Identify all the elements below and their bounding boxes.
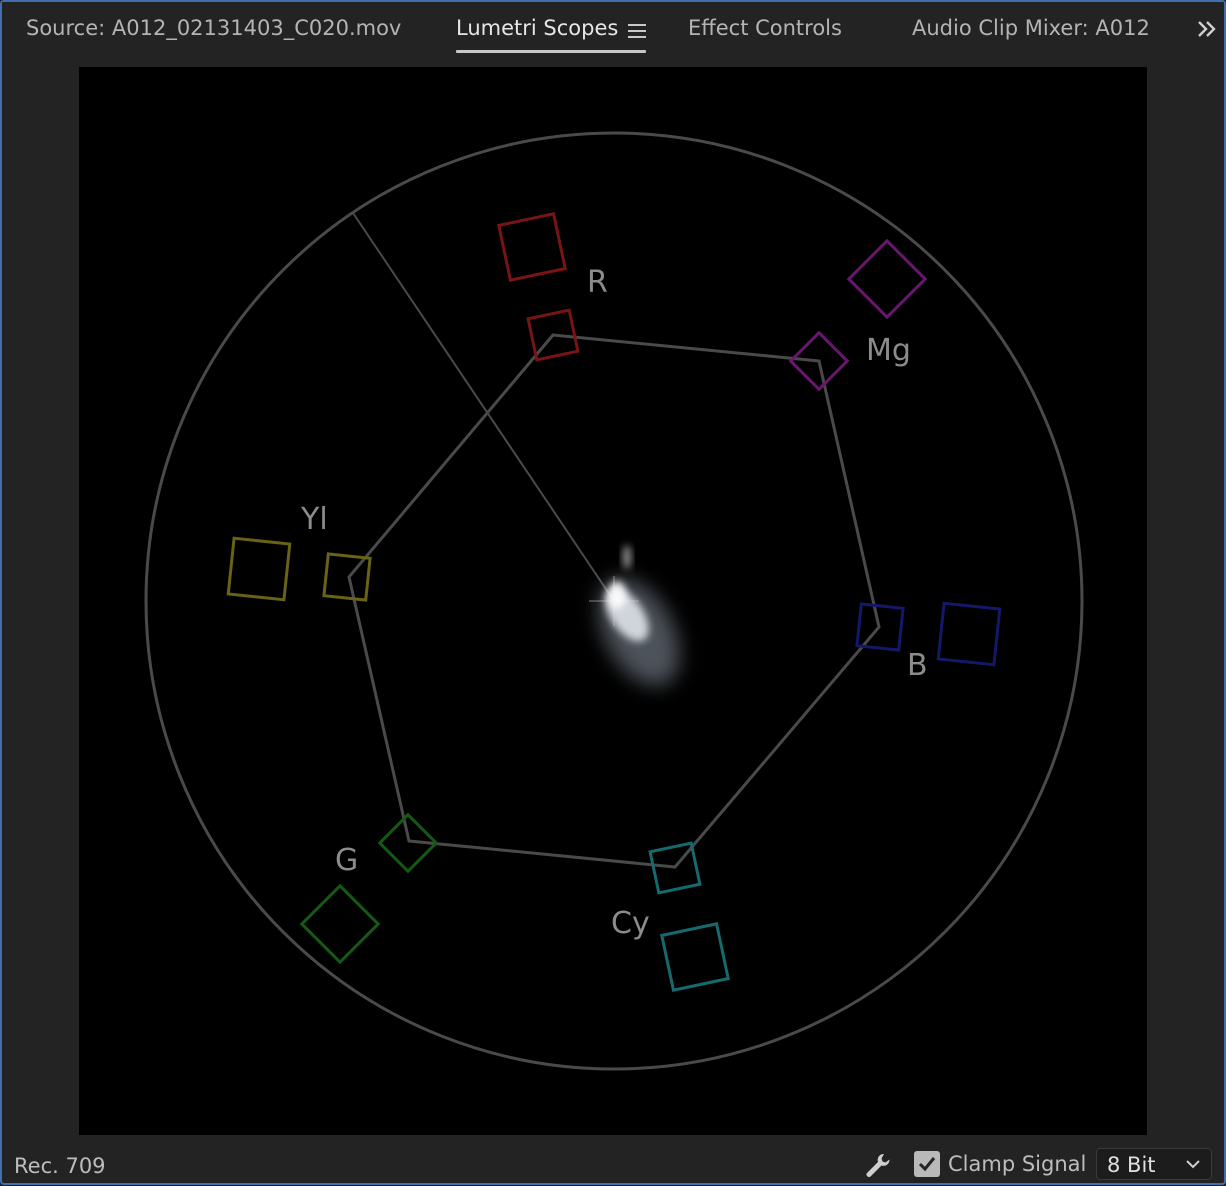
- vectorscope-display: R Mg B Cy G Yl: [79, 67, 1147, 1135]
- bit-depth-dropdown[interactable]: 8 Bit: [1096, 1148, 1212, 1180]
- signal-trace: [598, 545, 680, 686]
- panel-tab-bar: Source: A012_02131403_C020.mov Lumetri S…: [2, 2, 1224, 60]
- wrench-icon[interactable]: [862, 1150, 894, 1182]
- active-tab-indicator: [456, 50, 646, 53]
- tab-lumetri-scopes[interactable]: Lumetri Scopes: [456, 16, 618, 40]
- target-label-r: R: [587, 265, 608, 300]
- clamp-signal-label: Clamp Signal: [948, 1152, 1087, 1176]
- target-yl: [226, 536, 372, 602]
- checkmark-icon: [918, 1157, 936, 1172]
- scope-footer: Rec. 709 Clamp Signal 8 Bit: [2, 1140, 1224, 1183]
- target-label-cy: Cy: [611, 906, 650, 941]
- double-chevron-right-icon[interactable]: [1194, 16, 1220, 42]
- target-r: [497, 212, 580, 362]
- tab-audio-clip-mixer[interactable]: Audio Clip Mixer: A012_: [912, 16, 1148, 40]
- target-label-yl: Yl: [300, 502, 328, 537]
- bit-depth-value: 8 Bit: [1107, 1153, 1156, 1177]
- clamp-signal-checkbox[interactable]: [914, 1151, 940, 1177]
- target-label-g: G: [335, 843, 358, 878]
- tab-source[interactable]: Source: A012_02131403_C020.mov: [26, 16, 401, 40]
- target-label-mg: Mg: [866, 333, 911, 368]
- color-standard-label[interactable]: Rec. 709: [14, 1154, 106, 1178]
- skin-tone-line: [352, 212, 615, 602]
- chevron-down-icon: [1186, 1160, 1200, 1169]
- target-b: [855, 601, 1002, 667]
- hamburger-menu-icon[interactable]: [628, 24, 646, 40]
- target-label-b: B: [907, 648, 928, 683]
- target-g: [299, 812, 439, 965]
- tab-effect-controls[interactable]: Effect Controls: [688, 16, 842, 40]
